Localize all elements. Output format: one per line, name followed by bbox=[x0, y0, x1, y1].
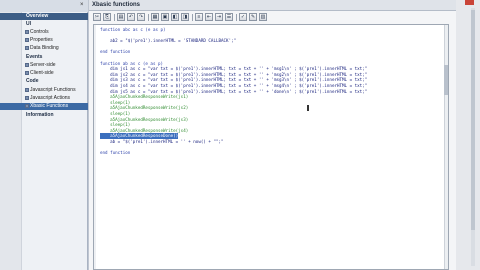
toolbar-separator bbox=[192, 14, 193, 21]
tree-item-label: Properties bbox=[30, 37, 53, 43]
code-line[interactable]: end function bbox=[100, 49, 130, 55]
tree-item[interactable]: Properties bbox=[0, 37, 88, 44]
toolbar-button[interactable]: ☰ bbox=[225, 13, 233, 21]
xbasic-functions-frame: Xbasic functions ✂ ⎘ ▤ ↶ ↷ ▦ ▣ ◧ ◨ ≡ ⇤ ⇥ ☰ ✓ ✎ ▥ functi… bbox=[88, 0, 457, 270]
left-panel-header: × bbox=[0, 0, 88, 12]
outer-right-area bbox=[456, 0, 480, 270]
tree-item[interactable]: Xbasic Functions bbox=[0, 103, 88, 110]
tree-item-label: Overview bbox=[26, 13, 49, 19]
tree-node-icon bbox=[25, 63, 29, 67]
window-scrollbar-thumb[interactable] bbox=[471, 10, 475, 230]
editor-gutter bbox=[94, 25, 96, 269]
toolbar-button[interactable]: ▥ bbox=[259, 13, 267, 21]
toolbar-button[interactable]: ⇤ bbox=[205, 13, 213, 21]
text-cursor-icon bbox=[307, 105, 309, 111]
tree-node-icon bbox=[25, 104, 29, 108]
editor-scrollbar[interactable] bbox=[444, 25, 448, 269]
toolbar-button[interactable]: ▤ bbox=[117, 13, 125, 21]
toolbar-button[interactable]: ✓ bbox=[239, 13, 247, 21]
toolbar-button[interactable]: ✎ bbox=[249, 13, 257, 21]
code-line[interactable]: ab2 = "$('pre1').innerHTML = 'STANDARD C… bbox=[100, 38, 236, 44]
tree-item[interactable]: Client-side bbox=[0, 70, 88, 77]
toolbar-button[interactable]: ↶ bbox=[127, 13, 135, 21]
tree-item-label: Controls bbox=[30, 29, 49, 35]
tree-item[interactable]: Controls bbox=[0, 29, 88, 36]
toolbar-separator bbox=[114, 14, 115, 21]
frame-title: Xbasic functions bbox=[92, 2, 141, 8]
window-close-button[interactable] bbox=[465, 0, 474, 5]
tree-item[interactable]: Overview bbox=[0, 13, 88, 20]
tree-node-icon bbox=[25, 30, 29, 34]
close-icon[interactable]: × bbox=[80, 2, 84, 8]
toolbar-button[interactable]: ⇥ bbox=[215, 13, 223, 21]
tree-item-label: Information bbox=[26, 112, 54, 118]
toolbar-button[interactable]: ≡ bbox=[195, 13, 203, 21]
toolbar-button[interactable]: ▣ bbox=[161, 13, 169, 21]
tree-item-label: UI bbox=[26, 21, 31, 27]
toolbar-button[interactable]: ✂ bbox=[93, 13, 101, 21]
tree-item-label: Client-side bbox=[30, 70, 54, 76]
tree-node-icon bbox=[25, 96, 29, 100]
tree-item-label: Code bbox=[26, 78, 39, 84]
toolbar-separator bbox=[148, 14, 149, 21]
tree-item-label: Data Binding bbox=[30, 45, 59, 51]
tree-node-icon bbox=[25, 71, 29, 75]
toolbar-separator bbox=[236, 14, 237, 21]
left-panel: × Overview UI Controls Properties Data Bindi… bbox=[0, 0, 88, 270]
toolbar-button[interactable]: ⎘ bbox=[103, 13, 111, 21]
editor-scrollbar-thumb[interactable] bbox=[444, 65, 448, 95]
tree-item-label: Server-side bbox=[30, 62, 56, 68]
tree-item[interactable]: Events bbox=[0, 54, 88, 61]
tree-item[interactable]: Javascript Functions bbox=[0, 87, 88, 94]
tree-item-label: Xbasic Functions bbox=[30, 103, 69, 109]
code-editor[interactable]: function abc as c (e as p) ab2 = "$('pre… bbox=[93, 24, 449, 270]
toolbar-button[interactable]: ▦ bbox=[151, 13, 159, 21]
code-line[interactable]: function abc as c (e as p) bbox=[100, 27, 166, 33]
tree-item-label: Events bbox=[26, 54, 43, 60]
tree-item-label: Javascript Functions bbox=[30, 87, 76, 93]
tree-item[interactable]: Code bbox=[0, 78, 88, 85]
toolbar-button[interactable]: ◨ bbox=[181, 13, 189, 21]
code-line[interactable]: end function bbox=[100, 150, 130, 156]
tree-item[interactable]: Data Binding bbox=[0, 45, 88, 52]
tree-item-label: Javascript Actions bbox=[30, 95, 71, 101]
toolbar-button[interactable]: ↷ bbox=[137, 13, 145, 21]
tree-item[interactable]: UI bbox=[0, 21, 88, 28]
tree-node-icon bbox=[25, 46, 29, 50]
frame-title-bar: Xbasic functions bbox=[89, 0, 457, 11]
tree-node-icon bbox=[25, 38, 29, 42]
toolbar-button[interactable]: ◧ bbox=[171, 13, 179, 21]
tree-item[interactable]: Javascript Actions bbox=[0, 95, 88, 102]
tree-item[interactable]: Server-side bbox=[0, 62, 88, 69]
code-line[interactable]: ab = "$('pre1').innerHTML = '' + now() +… bbox=[100, 139, 223, 145]
tree-node-icon bbox=[25, 88, 29, 92]
tree-item[interactable]: Information bbox=[0, 112, 88, 119]
